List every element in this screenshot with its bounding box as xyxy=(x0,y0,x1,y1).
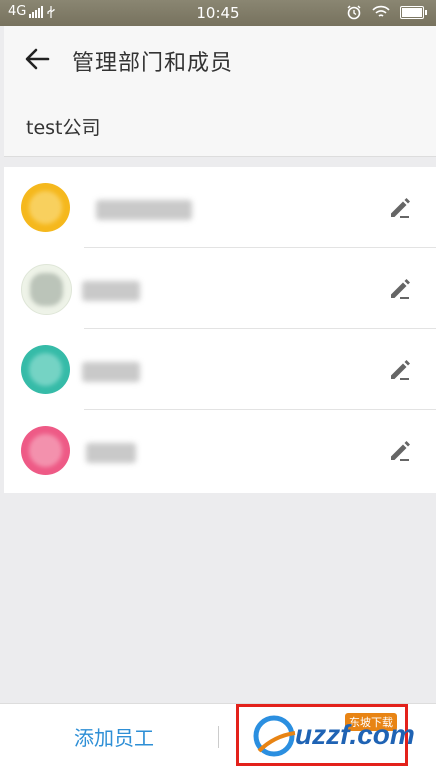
page-title: 管理部门和成员 xyxy=(72,51,234,76)
member-row[interactable] xyxy=(4,410,436,491)
empty-area xyxy=(4,493,436,703)
battery-icon xyxy=(400,5,427,19)
company-row[interactable]: test公司 xyxy=(4,92,436,157)
member-row[interactable] xyxy=(4,248,436,329)
member-name-redacted xyxy=(86,443,136,463)
member-avatar xyxy=(21,345,70,394)
bottom-bar: 添加员工 东坡下载 uzzf.com xyxy=(0,703,436,769)
member-name-redacted xyxy=(96,200,192,220)
watermark-logo: 东坡下载 uzzf.com xyxy=(236,704,415,766)
alarm-icon xyxy=(347,5,361,20)
member-avatar xyxy=(21,264,72,315)
edit-pencil-icon[interactable] xyxy=(388,358,412,382)
member-name-redacted xyxy=(82,362,140,382)
back-arrow-icon[interactable] xyxy=(22,44,52,74)
member-row[interactable] xyxy=(4,167,436,248)
member-row[interactable] xyxy=(4,329,436,410)
section-gap xyxy=(4,157,436,167)
member-name-redacted xyxy=(82,281,140,301)
member-avatar xyxy=(21,183,70,232)
edit-pencil-icon[interactable] xyxy=(388,277,412,301)
watermark-swoosh-icon xyxy=(253,715,296,757)
bottom-divider xyxy=(218,726,219,748)
edit-pencil-icon[interactable] xyxy=(388,439,412,463)
member-avatar xyxy=(21,426,70,475)
member-list xyxy=(4,167,436,493)
status-bar: 4G 10:45 xyxy=(0,0,436,26)
company-name: test公司 xyxy=(26,117,101,139)
app-bar: 管理部门和成员 xyxy=(4,26,436,92)
watermark-brand: uzzf.com xyxy=(295,719,415,750)
edit-pencil-icon[interactable] xyxy=(388,196,412,220)
wifi-icon xyxy=(372,5,390,17)
status-bar-right xyxy=(346,4,427,20)
add-employee-button[interactable]: 添加员工 xyxy=(34,722,194,751)
